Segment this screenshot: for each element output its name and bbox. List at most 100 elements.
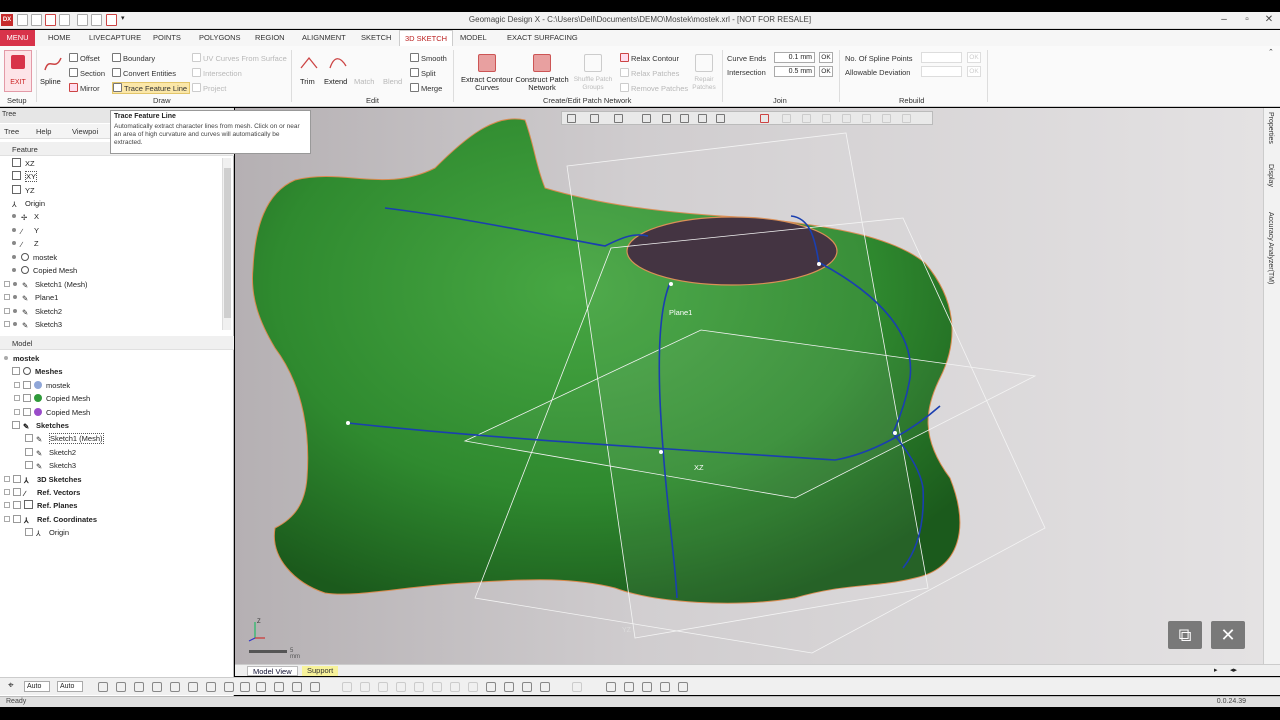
select-tool-icon[interactable] [116,682,126,692]
close-icon[interactable]: ✕ [1262,14,1276,25]
select-tool-icon[interactable] [152,682,162,692]
tab-exact-surfacing[interactable]: EXACT SURFACING [502,30,583,46]
mesh-canvas[interactable] [235,108,1263,664]
filter-icon[interactable] [882,114,891,123]
visibility-checkbox[interactable] [12,367,20,375]
visibility-checkbox[interactable] [25,434,33,442]
tree-item-sketch3[interactable]: ✎ Sketch3 [4,318,62,331]
visibility-checkbox[interactable] [13,475,21,483]
expand-icon[interactable] [4,476,10,482]
curve-ends-ok-button[interactable]: OK [819,52,833,63]
filter-icon[interactable] [360,682,370,692]
spline-points-field[interactable] [921,52,962,63]
spline-points-ok-button[interactable]: OK [967,52,981,63]
model-item-copied-mesh-1[interactable]: Copied Mesh [14,392,90,405]
tab-model-view[interactable]: Model View [247,666,298,676]
visibility-checkbox[interactable] [13,501,21,509]
uv-curves-button[interactable]: UV Curves From Surface [192,53,287,63]
extract-contour-curves-button[interactable]: Extract Contour Curves [458,52,516,94]
visibility-checkbox[interactable] [13,515,21,523]
auto-select-combo-1[interactable]: Auto [24,681,50,692]
filter-icon[interactable] [522,682,532,692]
filter-icon[interactable] [504,682,514,692]
smooth-button[interactable]: Smooth [410,53,447,63]
tree-item-plane1[interactable]: ✎ Plane1 [4,291,58,304]
filter-icon[interactable] [486,682,496,692]
model-item-ref-planes[interactable]: Ref. Planes [4,499,77,512]
expand-icon[interactable] [14,395,20,401]
tree-item-x[interactable]: ✢ X [12,210,39,223]
render-mode-icon[interactable] [614,114,623,123]
tab-polygons[interactable]: POLYGONS [194,30,246,46]
split-button[interactable]: Split [410,68,436,78]
model-root[interactable]: mostek [4,352,39,365]
tree-item-mostek[interactable]: mostek [12,251,57,264]
exit-button[interactable]: EXIT [4,50,32,92]
boundary-button[interactable]: Boundary [112,53,155,63]
allowable-deviation-ok-button[interactable]: OK [967,66,981,77]
tab-help[interactable]: Help [36,127,51,136]
properties-tab[interactable]: Properties [1267,112,1274,144]
iso-view-icon[interactable] [716,114,725,123]
3d-viewport[interactable]: Plane1 XZ YZ Z 5 mm ⧉ ✕ [235,108,1263,664]
measure-icon[interactable] [678,682,688,692]
model-item-sketch1[interactable]: ✎ Sketch1 (Mesh) [25,432,104,445]
top-view-icon[interactable] [662,114,671,123]
view-cube-icon[interactable] [590,114,599,123]
select-tool-icon[interactable] [292,682,302,692]
filter-icon[interactable] [414,682,424,692]
visibility-checkbox[interactable] [23,394,31,402]
model-item-copied-mesh-2[interactable]: Copied Mesh [14,406,90,419]
minimize-icon[interactable]: – [1217,14,1231,25]
select-tool-icon[interactable] [206,682,216,692]
feature-tree-scrollbar[interactable] [222,158,231,330]
tree-item-z[interactable]: ∕ Z [12,237,39,250]
select-tool-icon[interactable] [240,682,250,692]
visibility-checkbox[interactable] [13,488,21,496]
expand-icon[interactable] [14,382,20,388]
trim-button[interactable]: Trim [298,52,320,92]
tab-3d-sketch[interactable]: 3D SKETCH [399,30,454,46]
curve-ends-field[interactable]: 0.1 mm [774,52,815,63]
select-tool-icon[interactable] [310,682,320,692]
maximize-icon[interactable]: ▫ [1240,14,1254,25]
model-section-header[interactable]: Model [0,336,234,350]
measure-icon[interactable] [624,682,634,692]
visibility-checkbox[interactable] [23,408,31,416]
intersection-ok-button[interactable]: OK [819,66,833,77]
model-item-ref-vectors[interactable]: ∕ Ref. Vectors [4,486,80,499]
filter-icon[interactable] [342,682,352,692]
tab-scroll-right-icon[interactable]: ▸ [1209,666,1223,676]
select-tool-icon[interactable] [274,682,284,692]
expand-icon[interactable] [4,516,10,522]
model-item-meshes[interactable]: Meshes [12,365,63,378]
tab-menu[interactable]: MENU [0,30,35,46]
filter-icon[interactable] [378,682,388,692]
right-view-icon[interactable] [680,114,689,123]
filter-icon[interactable] [432,682,442,692]
construct-patch-network-button[interactable]: Construct Patch Network [514,52,570,94]
axis-icon[interactable]: ⌖ [8,680,18,691]
model-item-mostek[interactable]: mostek [14,379,70,392]
expand-icon[interactable] [4,502,10,508]
curve-node[interactable] [659,450,663,454]
selection-filter-icon[interactable] [760,114,769,123]
spline-button[interactable]: Spline [40,52,64,92]
filter-icon[interactable] [396,682,406,692]
tree-item-xy[interactable]: XY [12,170,38,183]
filter-icon[interactable] [450,682,460,692]
measure-icon[interactable] [642,682,652,692]
match-button[interactable]: Match [354,77,374,86]
relax-patches-button[interactable]: Relax Patches [620,68,679,78]
tab-alignment[interactable]: ALIGNMENT [297,30,351,46]
select-tool-icon[interactable] [170,682,180,692]
ribbon-collapse-chevron-icon[interactable]: ⌃ [1268,48,1274,56]
select-tool-icon[interactable] [188,682,198,692]
mirror-button[interactable]: Mirror [69,83,100,93]
model-item-sketch3[interactable]: ✎ Sketch3 [25,459,76,472]
model-item-sketches[interactable]: ✎ Sketches [12,419,69,432]
expand-icon[interactable] [4,489,10,495]
expand-icon[interactable] [14,409,20,415]
allowable-deviation-field[interactable] [921,66,962,77]
select-mode-icon[interactable] [567,114,576,123]
